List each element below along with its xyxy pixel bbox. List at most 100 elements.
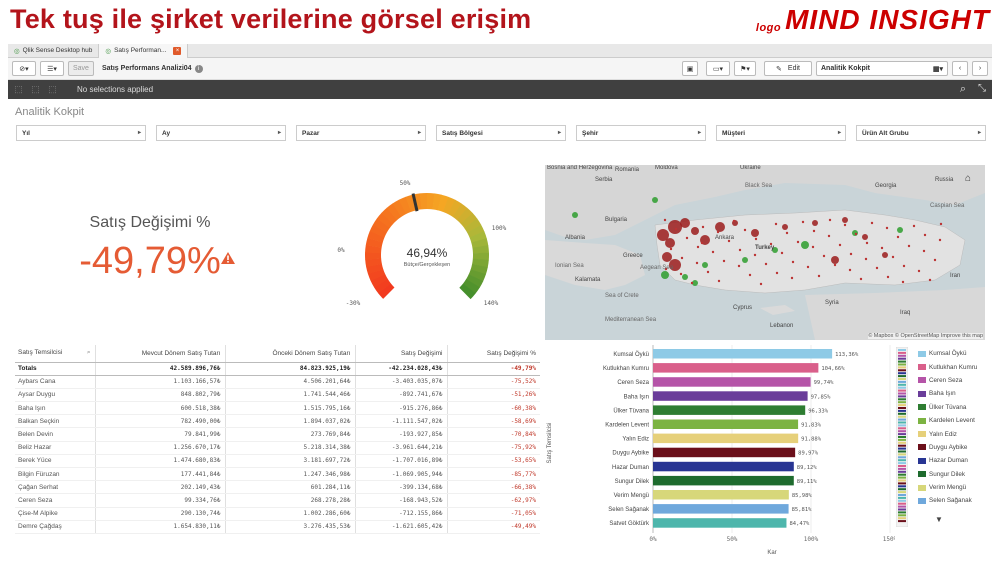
bar[interactable] bbox=[653, 433, 799, 444]
selection-step-back-icon[interactable]: ⬚ bbox=[12, 84, 25, 96]
map-marker[interactable] bbox=[751, 229, 759, 237]
filter-year[interactable]: Yıl ▸ bbox=[16, 125, 146, 141]
map-chart[interactable]: Bosnia and Herzegovina Serbia Romania Mo… bbox=[545, 165, 985, 340]
table-row[interactable]: Beliz Hazar 1.256.670,17₺ 5.218.314,38₺ -3.… bbox=[15, 441, 540, 455]
filter-sales-region[interactable]: Satış Bölgesi ▸ bbox=[436, 125, 566, 141]
legend-item[interactable]: Verim Mengü bbox=[918, 481, 990, 494]
map-marker[interactable] bbox=[682, 274, 688, 280]
filter-market[interactable]: Pazar ▸ bbox=[296, 125, 426, 141]
table-row[interactable]: Bilgin Füruzan 177.441,84₺ 1.247.346,98₺ -1… bbox=[15, 467, 540, 482]
map-marker[interactable] bbox=[668, 220, 682, 234]
table-row[interactable]: Balkan Seçkin 782.490,00₺ 1.894.037,02₺ -1.… bbox=[15, 414, 540, 429]
table-row[interactable]: Ceren Seza 99.334,76₺ 268.278,28₺ -168.943,… bbox=[15, 493, 540, 508]
map-marker[interactable] bbox=[661, 271, 669, 279]
bar[interactable] bbox=[653, 490, 789, 500]
bar[interactable] bbox=[653, 391, 808, 401]
map-marker[interactable] bbox=[897, 227, 903, 233]
table-row[interactable]: Aybars Cana 1.103.166,57₺ 4.506.201,64₺ -3.… bbox=[15, 375, 540, 389]
previous-sheet-button[interactable]: ‹ bbox=[952, 61, 968, 76]
column-header[interactable]: Satış Temsilcisi ⌕ bbox=[15, 345, 95, 363]
bar[interactable] bbox=[653, 475, 794, 486]
table-cell[interactable]: Bilgin Füruzan bbox=[15, 467, 95, 482]
table-row[interactable]: Belen Devin 79.841,99₺ 273.769,84₺ -193.927… bbox=[15, 427, 540, 442]
kpi-value[interactable]: -49,79% bbox=[15, 240, 285, 283]
map-marker[interactable] bbox=[665, 238, 675, 248]
bar[interactable] bbox=[653, 363, 819, 373]
filter-customer[interactable]: Müşteri ▸ bbox=[716, 125, 846, 141]
map-marker[interactable] bbox=[652, 197, 658, 203]
legend-item[interactable]: Baha Işın bbox=[918, 387, 990, 400]
table-cell[interactable]: Demre Çağdaş bbox=[15, 520, 95, 534]
table-cell[interactable]: Ceren Seza bbox=[15, 493, 95, 508]
legend-item[interactable]: Yalın Ediz bbox=[918, 427, 990, 440]
legend-item[interactable]: Duygu Aybike bbox=[918, 441, 990, 454]
close-tab-icon[interactable]: × bbox=[173, 47, 182, 55]
save-button[interactable]: Save bbox=[68, 61, 94, 76]
info-icon[interactable]: i bbox=[194, 64, 203, 73]
table-row[interactable]: Aysar Duygu 848.802,79₺ 1.741.544,46₺ -892.… bbox=[15, 388, 540, 403]
next-sheet-button[interactable]: › bbox=[972, 61, 988, 76]
table-row[interactable]: Çise-M Alpike 290.130,74₺ 1.002.286,60₺ -71… bbox=[15, 507, 540, 521]
legend-item[interactable]: Kutlukhan Kumru bbox=[918, 360, 990, 373]
map-marker[interactable] bbox=[852, 230, 858, 236]
column-header[interactable]: Satış Değişimi % bbox=[446, 345, 540, 363]
clear-selections-icon[interactable]: ⬚ bbox=[46, 84, 59, 96]
column-header[interactable]: Önceki Dönem Satış Tutarı bbox=[224, 345, 355, 363]
legend-item[interactable]: Selen Sağanak bbox=[918, 494, 990, 507]
map-attribution[interactable]: © Mapbox © OpenStreetMap Improve this ma… bbox=[868, 333, 983, 339]
table-row[interactable]: Baha Işın 600.518,38₺ 1.515.795,16₺ -915.27… bbox=[15, 401, 540, 416]
map-marker[interactable] bbox=[572, 212, 578, 218]
map-marker[interactable] bbox=[680, 218, 690, 228]
table-cell[interactable]: Çise-M Alpike bbox=[15, 507, 95, 521]
legend-scroll-down-icon[interactable]: ▼ bbox=[935, 515, 943, 524]
gauge-chart[interactable]: 46,94% Bütçe/Gerçekleşen -30% 0% 50% 100… bbox=[335, 175, 515, 315]
map-marker[interactable] bbox=[862, 234, 868, 240]
table-cell[interactable]: Aybars Cana bbox=[15, 375, 95, 389]
table-cell[interactable]: Baha Işın bbox=[15, 401, 95, 416]
home-icon[interactable]: ⌂ bbox=[965, 173, 977, 185]
table-row[interactable]: Berek Yüce 1.474.680,83₺ 3.181.697,72₺ -1.7… bbox=[15, 454, 540, 469]
legend-item[interactable]: Sungur Dilek bbox=[918, 468, 990, 481]
table-cell[interactable]: Balkan Seçkin bbox=[15, 414, 95, 429]
map-marker[interactable] bbox=[742, 257, 748, 263]
sheet-select[interactable]: Analitik Kokpit ▦▾ bbox=[816, 61, 948, 76]
bar[interactable] bbox=[653, 405, 806, 415]
map-marker[interactable] bbox=[702, 262, 708, 268]
totals-row[interactable]: Totals 42.589.896,76₺ 84.823.925,19₺ -42.23… bbox=[15, 362, 540, 376]
column-header[interactable]: Satış Değişimi bbox=[354, 345, 447, 363]
bar[interactable] bbox=[653, 504, 789, 514]
bar[interactable] bbox=[653, 518, 787, 528]
table-cell[interactable]: Berek Yüce bbox=[15, 454, 95, 469]
present-button[interactable]: ▭▾ bbox=[706, 61, 730, 76]
map-marker[interactable] bbox=[831, 256, 839, 264]
bar[interactable] bbox=[653, 447, 796, 458]
edit-button[interactable]: ✎ Edit bbox=[764, 61, 812, 76]
legend-item[interactable]: Hazar Duman bbox=[918, 454, 990, 467]
bar-chart[interactable]: 0% 50% 100% 150% Kumsal Öykü 113,36% Kutlukha… bbox=[545, 343, 895, 558]
search-icon[interactable]: ⌕ bbox=[960, 83, 966, 96]
smart-search-icon[interactable]: ⤡ bbox=[978, 83, 986, 94]
filter-product-subgroup[interactable]: Ürün Alt Grubu ▸ bbox=[856, 125, 986, 141]
table-row[interactable]: Çağan Serhat 202.149,43₺ 601.284,11₺ -399.1… bbox=[15, 480, 540, 495]
legend-item[interactable]: Kumsal Öykü bbox=[918, 347, 990, 360]
table-cell[interactable]: Beliz Hazar bbox=[15, 441, 95, 455]
map-marker[interactable] bbox=[882, 252, 888, 258]
table-cell[interactable]: Belen Devin bbox=[15, 427, 95, 442]
map-marker[interactable] bbox=[662, 252, 672, 262]
search-icon[interactable]: ⌕ bbox=[87, 349, 91, 357]
global-menu-button[interactable]: ☰▾ bbox=[40, 61, 64, 76]
bar[interactable] bbox=[653, 377, 811, 387]
legend-item[interactable]: Ceren Seza bbox=[918, 374, 990, 387]
legend-item[interactable]: Ülker Tüvana bbox=[918, 401, 990, 414]
tab-hub[interactable]: ◎ Qlik Sense Desktop hub bbox=[8, 44, 100, 58]
map-marker[interactable] bbox=[782, 224, 788, 230]
map-marker[interactable] bbox=[801, 241, 809, 249]
navigation-menu-button[interactable]: ⊘▾ bbox=[12, 61, 36, 76]
legend-item[interactable]: Kardelen Levent bbox=[918, 414, 990, 427]
column-header[interactable]: Mevcut Dönem Satış Tutarı bbox=[94, 345, 225, 363]
bar[interactable] bbox=[653, 419, 799, 430]
filter-city[interactable]: Şehir ▸ bbox=[576, 125, 706, 141]
tab-app[interactable]: ◎ Satış Performan... × bbox=[99, 44, 189, 58]
table-cell[interactable]: Totals bbox=[15, 362, 95, 376]
bookmark-button[interactable]: ⚑▾ bbox=[734, 61, 756, 76]
